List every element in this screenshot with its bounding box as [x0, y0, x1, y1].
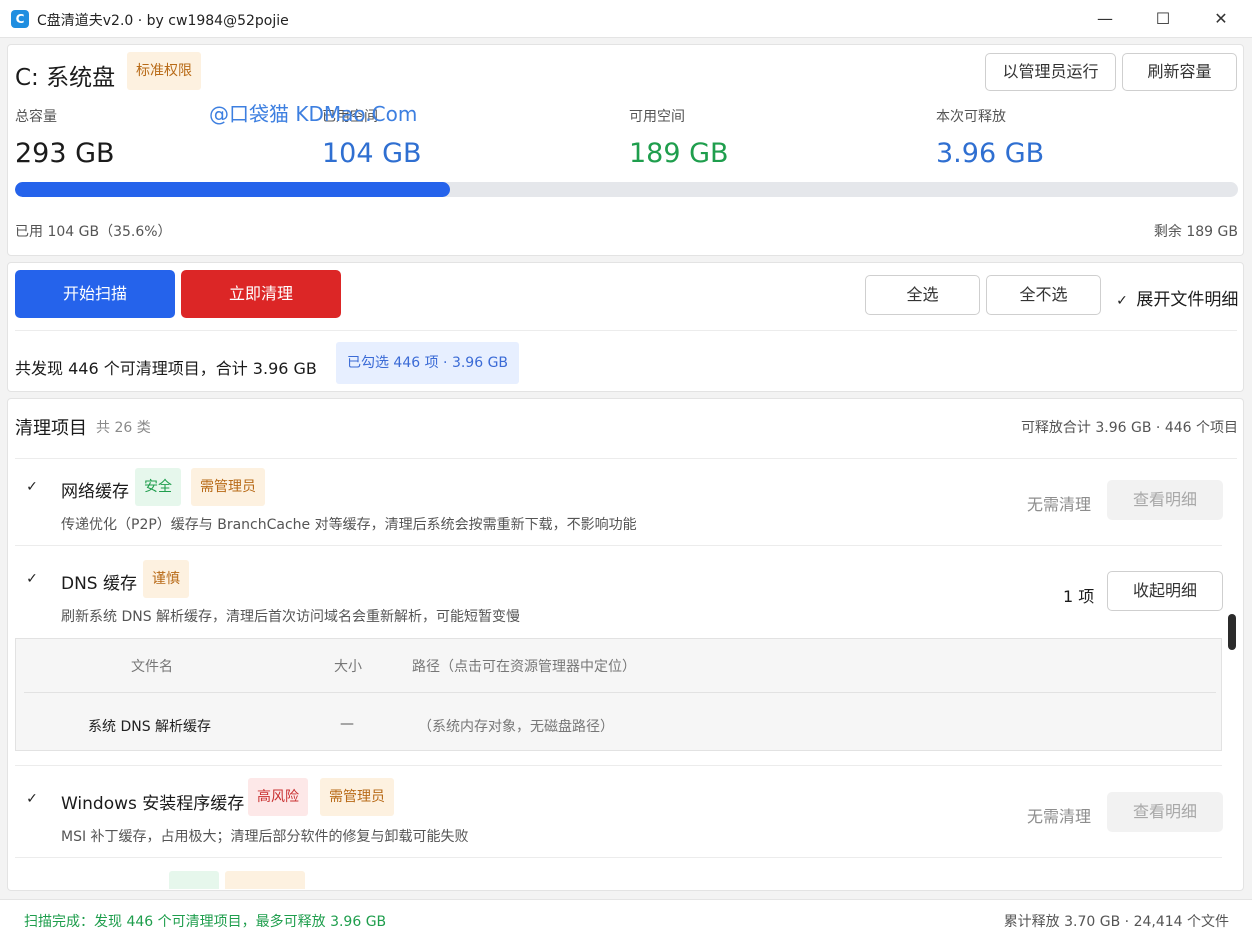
app-icon: C [11, 10, 29, 28]
tag-admin: 需管理员 [320, 778, 394, 816]
list-item: ✓ 网络缓存 安全 需管理员 传递优化（P2P）缓存与 BranchCache … [15, 464, 1223, 546]
usage-bar [15, 182, 1238, 197]
item-description: MSI 补丁缓存，占用极大；清理后部分软件的修复与卸载可能失败 [61, 829, 469, 845]
stat-releasable-label: 本次可释放 [936, 109, 1006, 125]
usage-bar-fill [15, 182, 451, 197]
detail-filename[interactable]: 系统 DNS 解析缓存 [88, 716, 211, 736]
item-checkbox[interactable]: ✓ [23, 478, 41, 496]
minimize-button[interactable]: — [1076, 0, 1134, 38]
scrollbar-thumb[interactable] [1228, 614, 1236, 650]
close-button[interactable]: ✕ [1192, 0, 1250, 38]
tag-high-risk: 高风险 [248, 778, 308, 816]
watermark-text: @口袋猫 KDMao.Com [209, 102, 418, 126]
item-status: 无需清理 [1027, 807, 1092, 826]
permission-badge: 标准权限 [127, 52, 201, 90]
detail-path[interactable]: （系统内存对象，无磁盘路径） [418, 716, 614, 736]
list-item: ✓ Windows 安装程序缓存 高风险 需管理员 MSI 补丁缓存，占用极大；… [15, 776, 1223, 858]
expand-checkbox[interactable]: ✓ [1113, 292, 1131, 310]
expand-details-label: 展开文件明细 [1136, 290, 1239, 310]
select-all-button[interactable]: 全选 [865, 275, 980, 315]
view-details-button[interactable]: 查看明细 [1107, 480, 1223, 520]
item-title: Windows 安装程序缓存 [61, 794, 245, 814]
divider [24, 692, 1216, 693]
used-text: 已用 104 GB（35.6%） [15, 224, 172, 240]
refresh-capacity-button[interactable]: 刷新容量 [1122, 53, 1237, 91]
maximize-button[interactable]: ☐ [1134, 0, 1192, 38]
item-description: 刷新系统 DNS 解析缓存，清理后首次访问域名会重新解析，可能短暂变慢 [61, 609, 521, 625]
disk-title: C: 系统盘 [15, 65, 116, 91]
item-status: 1 项 [1063, 587, 1095, 606]
expand-details-toggle[interactable]: ✓ 展开文件明细 [1113, 285, 1238, 310]
select-none-button[interactable]: 全不选 [986, 275, 1101, 315]
item-checkbox[interactable]: ✓ [23, 570, 41, 588]
stat-free-label: 可用空间 [629, 109, 685, 125]
divider [15, 330, 1237, 331]
selected-badge: 已勾选 446 项 · 3.96 GB [336, 342, 519, 384]
view-details-button[interactable]: 查看明细 [1107, 792, 1223, 832]
title-bar: C C盘清道夫v2.0 · by cw1984@52pojie — ☐ ✕ [0, 0, 1252, 38]
item-checkbox[interactable]: ✓ [23, 790, 41, 808]
divider [15, 458, 1237, 459]
divider [15, 545, 1222, 546]
start-scan-button[interactable]: 开始扫描 [15, 270, 175, 318]
item-status: 无需清理 [1027, 495, 1092, 514]
stat-free-value: 189 GB [629, 138, 729, 169]
stat-releasable-value: 3.96 GB [936, 138, 1045, 169]
tag-admin: 需管理员 [191, 468, 265, 506]
status-cumulative: 累计释放 3.70 GB · 24,414 个文件 [1003, 914, 1229, 930]
stat-total-label: 总容量 [15, 109, 57, 125]
scan-summary: 共发现 446 个可清理项目，合计 3.96 GB [15, 359, 317, 378]
divider [15, 765, 1222, 766]
collapse-details-button[interactable]: 收起明细 [1107, 571, 1223, 611]
run-as-admin-button[interactable]: 以管理员运行 [985, 53, 1116, 91]
detail-size: — [340, 716, 354, 732]
stat-total-value: 293 GB [15, 138, 115, 169]
free-text: 剩余 189 GB [1153, 224, 1238, 240]
item-title: DNS 缓存 [61, 574, 138, 594]
list-count: 共 26 类 [96, 420, 151, 436]
tag-caution: 谨慎 [143, 560, 189, 598]
stat-used-value: 104 GB [322, 138, 422, 169]
status-bar: 扫描完成：发现 446 个可清理项目，最多可释放 3.96 GB 累计释放 3.… [0, 899, 1252, 939]
list-total: 可释放合计 3.96 GB · 446 个项目 [1020, 420, 1238, 436]
col-header-size: 大小 [334, 659, 362, 675]
detail-table: 文件名 大小 路径（点击可在资源管理器中定位） 系统 DNS 解析缓存 — （系… [15, 638, 1222, 751]
tag-partial [225, 871, 305, 889]
item-title: 网络缓存 [61, 482, 129, 502]
list-title: 清理项目 [15, 418, 87, 439]
tag-partial [169, 871, 219, 889]
divider [15, 857, 1222, 858]
tag-safe: 安全 [135, 468, 181, 506]
list-item: ✓ DNS 缓存 谨慎 刷新系统 DNS 解析缓存，清理后首次访问域名会重新解析… [15, 556, 1223, 638]
status-message: 扫描完成：发现 446 个可清理项目，最多可释放 3.96 GB [24, 914, 387, 930]
clean-now-button[interactable]: 立即清理 [181, 270, 341, 318]
col-header-filename: 文件名 [131, 659, 173, 675]
item-description: 传递优化（P2P）缓存与 BranchCache 对等缓存，清理后系统会按需重新… [61, 517, 637, 533]
window-title: C盘清道夫v2.0 · by cw1984@52pojie [37, 13, 289, 29]
col-header-path: 路径（点击可在资源管理器中定位） [412, 659, 636, 675]
